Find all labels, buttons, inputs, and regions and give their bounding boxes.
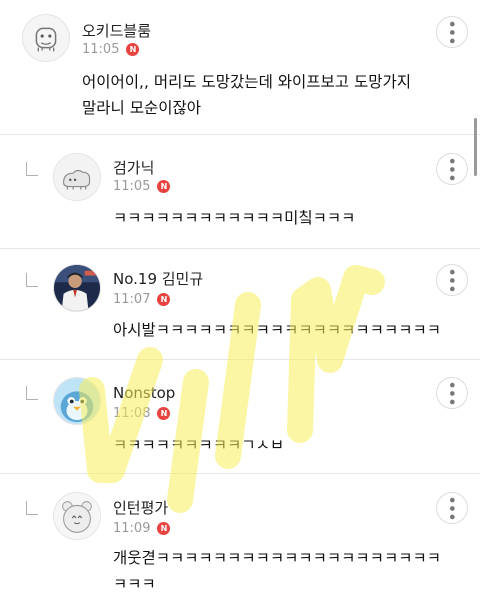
comment-meta: 11:08 N [113,406,171,421]
reply-item: 검가닉 11:05 N ㅋㅋㅋㅋㅋㅋㅋㅋㅋㅋㅋㅋ미칰ㅋㅋㅋ ••• [0,135,480,245]
more-options-button[interactable]: ••• [436,264,468,296]
penguin-icon [54,378,100,424]
comment-line: 어이어이,, 머리도 도망갔는데 와이프보고 도망가지 [82,73,412,91]
avatar[interactable] [53,492,101,540]
mascot-face-icon [23,15,69,61]
more-options-button[interactable]: ••• [436,492,468,524]
comment-text: 어이어이,, 머리도 도망갔는데 와이프보고 도망가지 말라니 모순이잖아 [82,69,411,121]
more-icon: ••• [443,156,462,182]
avatar[interactable] [22,14,70,62]
comment-text: 개웃겯ㅋㅋㅋㅋㅋㅋㅋㅋㅋㅋㅋㅋㅋㅋㅋㅋㅋㅋㅋㅋ ㅋㅋㅋ [113,545,441,597]
reply-indent-icon [26,501,38,515]
comment-line: 말라니 모순이잖아 [82,99,202,117]
more-icon: ••• [443,380,462,406]
comment-text: ㅋㅋㅋㅋㅋㅋㅋㅋㅋㄱㅅㅂ [113,432,284,458]
comment-line: ㅋㅋㅋㅋㅋㅋㅋㅋㅋㄱㅅㅂ [113,436,285,454]
comment-text: 아시발ㅋㅋㅋㅋㅋㅋㅋㅋㅋㅋㅋㅋㅋㅋㅋㅋㅋㅋㅋㅋ [113,317,441,343]
new-badge: N [157,180,171,193]
commenter-name[interactable]: No.19 김민규 [113,268,203,289]
more-icon: ••• [443,495,462,521]
new-badge: N [157,407,171,420]
commenter-name[interactable]: 검가닉 [113,157,154,178]
reply-item: 인턴평가 11:09 N 개웃겯ㅋㅋㅋㅋㅋㅋㅋㅋㅋㅋㅋㅋㅋㅋㅋㅋㅋㅋㅋㅋ ㅋㅋㅋ… [0,474,480,604]
more-options-button[interactable]: ••• [436,153,468,185]
more-options-button[interactable]: ••• [436,16,468,48]
more-icon: ••• [443,19,462,45]
more-options-button[interactable]: ••• [436,377,468,409]
bear-icon [54,493,100,539]
commenter-name[interactable]: 인턴평가 [113,497,168,518]
commenter-name[interactable]: Nonstop [113,384,175,402]
comment-time: 11:09 [113,521,151,536]
reply-indent-icon [26,386,38,400]
more-icon: ••• [443,267,462,293]
comment-meta: 11:07 N [113,292,171,307]
player-photo [54,265,100,311]
comment-time: 11:05 [82,42,120,57]
commenter-name[interactable]: 오키드블룸 [82,20,151,41]
avatar[interactable] [53,377,101,425]
scrollbar[interactable] [474,118,477,176]
comment-meta: 11:05 N [113,179,171,194]
comment-time: 11:07 [113,292,151,307]
comment-line: 아시발ㅋㅋㅋㅋㅋㅋㅋㅋㅋㅋㅋㅋㅋㅋㅋㅋㅋㅋㅋㅋ [113,321,441,339]
comment-text: ㅋㅋㅋㅋㅋㅋㅋㅋㅋㅋㅋㅋ미칰ㅋㅋㅋ [113,205,355,231]
reply-indent-icon [26,273,38,287]
comment-line: ㅋㅋㅋㅋㅋㅋㅋㅋㅋㅋㅋㅋ미칰ㅋㅋㅋ [113,209,356,227]
comment-item: 오키드블룸 11:05 N 어이어이,, 머리도 도망갔는데 와이프보고 도망가… [0,0,480,128]
sheep-icon [54,154,100,200]
comment-time: 11:05 [113,179,151,194]
comment-line: 개웃겯ㅋㅋㅋㅋㅋㅋㅋㅋㅋㅋㅋㅋㅋㅋㅋㅋㅋㅋㅋㅋ [113,549,441,567]
reply-item: No.19 김민규 11:07 N 아시발ㅋㅋㅋㅋㅋㅋㅋㅋㅋㅋㅋㅋㅋㅋㅋㅋㅋㅋㅋ… [0,249,480,359]
avatar[interactable] [53,153,101,201]
new-badge: N [126,43,140,56]
reply-indent-icon [26,162,38,176]
comment-meta: 11:09 N [113,521,171,536]
new-badge: N [157,293,171,306]
comment-time: 11:08 [113,406,151,421]
avatar[interactable] [53,264,101,312]
reply-item: Nonstop 11:08 N ㅋㅋㅋㅋㅋㅋㅋㅋㅋㄱㅅㅂ ••• [0,360,480,472]
new-badge: N [157,522,171,535]
comment-meta: 11:05 N [82,42,140,57]
comment-line: ㅋㅋㅋ [113,575,156,593]
